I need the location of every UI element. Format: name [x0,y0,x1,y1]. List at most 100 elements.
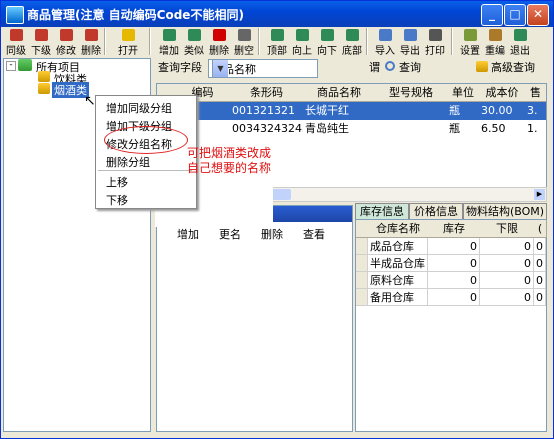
close-button[interactable]: ✕ [527,4,549,26]
print-icon [428,29,442,41]
toolbar-button-delete-x[interactable]: 删除 [206,29,232,57]
column-header[interactable]: 售 [525,84,546,102]
copy-icon [187,29,201,41]
menu-item-move-down[interactable]: 下移 [106,192,128,208]
column-header[interactable]: 库存 [428,220,481,238]
table-cell: 30.00 [481,104,513,117]
scroll-right-icon[interactable]: ▶ [534,189,545,200]
column-header[interactable]: 型号规格 [375,84,448,102]
toolbar-button-add-child[interactable]: 下级 [28,29,54,57]
query-button[interactable]: 查询 [399,59,421,75]
toolbar-button-renumber[interactable]: 重编 [482,29,508,57]
advanced-query-button[interactable]: 高级查询 [491,59,535,75]
toolbar-separator [149,28,151,55]
toolbar-label: 删空 [234,46,254,57]
toolbar-label: 设置 [460,46,480,57]
maximize-button[interactable]: □ [504,4,526,26]
down-icon [320,29,334,41]
toolbar-button-settings[interactable]: 设置 [457,29,483,57]
toolbar-separator [104,28,106,55]
tab-bom[interactable]: 物料结构(BOM) [463,203,547,220]
tab-price-info[interactable]: 价格信息 [409,203,463,220]
column-header[interactable]: 下限 [480,220,535,238]
table-cell: 003432432432 [232,122,303,135]
up-icon [295,29,309,41]
delete-x-icon [212,29,226,41]
toolbar-button-open-folder[interactable]: 打开 [115,29,141,57]
toolbar-button-import[interactable]: 导入 [372,29,398,57]
search-field-select[interactable]: 商品名称 ▼ [208,59,318,78]
table-cell: 瓶 [449,122,460,135]
add-icon [162,29,176,41]
menu-item-move-up[interactable]: 上移 [106,174,128,190]
row-indicator [356,255,368,272]
minimize-button[interactable]: _ [481,4,503,26]
table-cell: 备用仓库 [368,289,428,306]
toolbar-label: 顶部 [267,46,287,57]
toolbar-separator [451,28,453,55]
column-header[interactable]: ( [534,220,547,238]
highlight-ellipse [104,126,188,154]
toolbar-button-clear[interactable]: 删空 [231,29,257,57]
toolbar-separator [258,28,260,55]
toolbar-button-edit[interactable]: 修改 [53,29,79,57]
toolbar-label: 删除 [81,46,101,57]
tab-stock-info[interactable]: 库存信息 [355,203,409,220]
delete-icon [84,29,98,41]
toolbar-button-export[interactable]: 导出 [397,29,423,57]
picture-delete-button[interactable]: 删除 [261,226,283,242]
toolbar-label: 底部 [342,46,362,57]
toolbar-button-add-sibling[interactable]: 同级 [3,29,29,57]
table-cell: 6.50 [481,122,506,135]
table-cell: 0 [480,255,534,272]
column-header[interactable]: 成本价 [479,84,526,102]
table-cell: 成品仓库 [368,238,428,255]
table-cell: 001321321 [232,104,295,117]
toolbar-button-copy[interactable]: 类似 [181,29,207,57]
collapse-icon[interactable]: - [6,61,16,71]
add-sibling-icon [9,29,23,41]
picture-add-button[interactable]: 增加 [177,226,199,242]
title-bar[interactable]: 商品管理(注意 自动编码Code不能相同) _ □ ✕ [1,1,553,27]
picture-panel: 图片信 增加 更名 删除 查看 [156,205,353,432]
table-cell: 0 [428,255,480,272]
toolbar-button-up[interactable]: 向上 [289,29,315,57]
clear-icon [237,29,251,41]
annotation-text: 可把烟酒类改成自己想要的名称 [187,146,272,175]
toolbar-button-exit[interactable]: 退出 [507,29,533,57]
export-icon [403,29,417,41]
toolbar-label: 向下 [317,46,337,57]
column-header[interactable]: 商品名称 [303,84,376,102]
picture-view-button[interactable]: 查看 [303,226,325,242]
window-title: 商品管理(注意 自动编码Code不能相同) [27,8,244,22]
menu-item-add-sibling-group[interactable]: 增加同级分组 [106,100,172,116]
toolbar-button-add[interactable]: 增加 [156,29,182,57]
toolbar-button-bottom[interactable]: 底部 [339,29,365,57]
menu-item-delete-group[interactable]: 删除分组 [106,154,150,170]
toolbar-label: 导出 [400,46,420,57]
stock-table[interactable]: 仓库名称 库存 下限(成品仓库 0 0 0 半成品仓库 0 0 0 原料仓库 0 0 0 备用仓库 0 0 0 [355,219,547,432]
chevron-down-icon[interactable]: ▼ [212,60,228,77]
table-cell: 0 [534,272,546,289]
column-header[interactable]: 单位 [447,84,480,102]
table-cell: 0 [480,238,534,255]
picture-rename-button[interactable]: 更名 [219,226,241,242]
column-header[interactable]: 仓库名称 [368,220,429,238]
toolbar-label: 修改 [56,46,76,57]
main-window: 商品管理(注意 自动编码Code不能相同) _ □ ✕ 同级 下级 修改 删除 打开 增加… [0,0,554,439]
toolbar-button-top[interactable]: 顶部 [264,29,290,57]
toolbar-label: 重编 [485,46,505,57]
import-icon [378,29,392,41]
table-cell: 0 [534,238,546,255]
toolbar-button-print[interactable]: 打印 [422,29,448,57]
toolbar-separator [366,28,368,55]
table-cell: 0 [534,255,546,272]
table-cell: 半成品仓库 [368,255,428,272]
edit-icon [59,29,73,41]
menu-divider [98,170,192,171]
toolbar-button-down[interactable]: 向下 [314,29,340,57]
toolbar-label: 向上 [292,46,312,57]
column-header[interactable]: 条形码 [230,84,304,102]
toolbar-button-delete[interactable]: 删除 [78,29,104,57]
toolbar-label: 同级 [6,46,26,57]
